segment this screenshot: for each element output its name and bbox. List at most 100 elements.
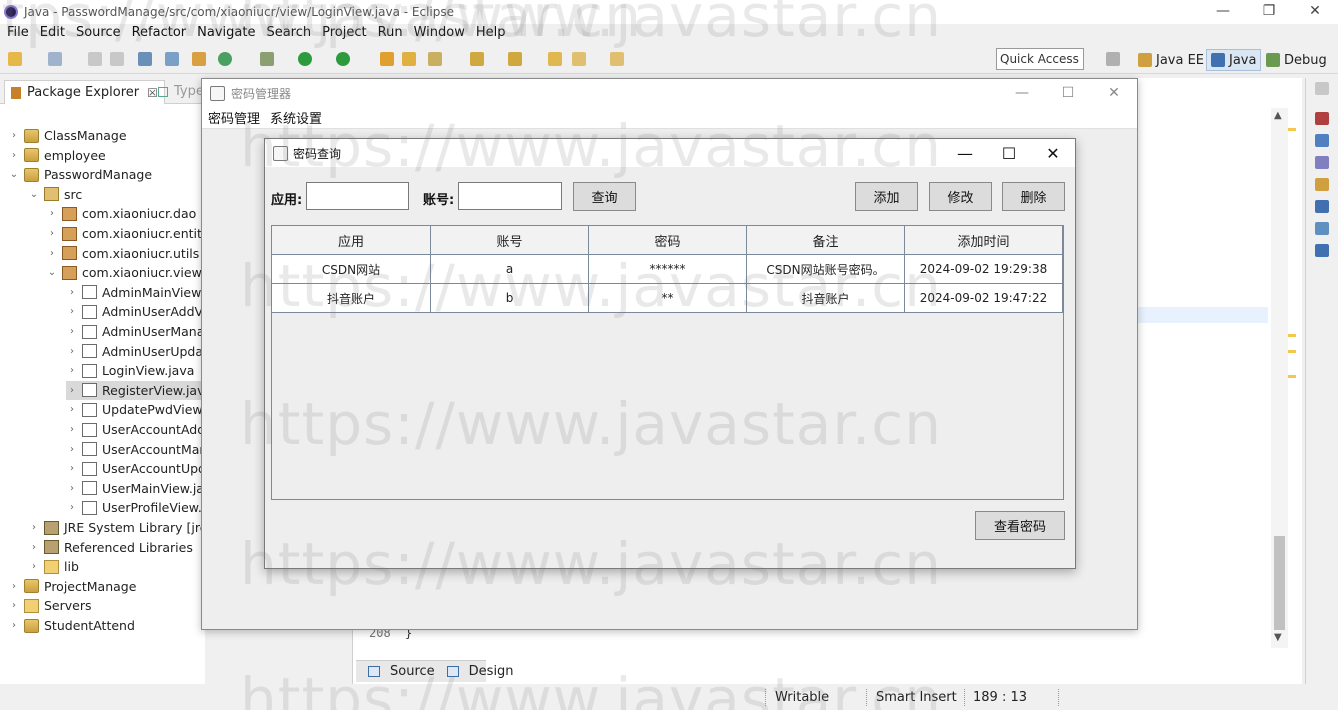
tab-type-hierarchy[interactable]: Type	[158, 84, 204, 99]
tree-item[interactable]: › com.xiaoniucr.utils	[46, 244, 199, 263]
tree-item[interactable]: › UserProfileView.ja	[66, 498, 205, 517]
expand-arrow-icon[interactable]: ›	[66, 483, 78, 494]
tab-package-explorer[interactable]: Package Explorer ☒	[4, 80, 165, 104]
menu-password-management[interactable]: 密码管理	[208, 108, 260, 127]
tree-item[interactable]: › lib	[28, 557, 79, 576]
table-cell[interactable]: a	[431, 255, 589, 283]
tree-item[interactable]: › UserAccountUpda	[66, 459, 205, 478]
column-header[interactable]: 账号	[431, 226, 589, 254]
servers-icon[interactable]	[1315, 222, 1329, 235]
add-button[interactable]: 添加	[855, 182, 918, 211]
tree-item[interactable]: › AdminUserManag	[66, 322, 205, 341]
open-perspective-icon[interactable]	[1106, 52, 1120, 66]
overview-marker[interactable]	[1288, 350, 1296, 353]
menu-source[interactable]: Source	[76, 25, 121, 40]
expand-arrow-icon[interactable]: ›	[8, 600, 20, 611]
tree-item[interactable]: › UserAccountAddV	[66, 420, 205, 439]
new-package-icon[interactable]	[428, 52, 442, 66]
expand-arrow-icon[interactable]: ›	[66, 404, 78, 415]
dialog-maximize-button[interactable]: ☐	[987, 139, 1031, 167]
expand-arrow-icon[interactable]: ›	[66, 306, 78, 317]
menu-run[interactable]: Run	[378, 25, 403, 40]
back-icon[interactable]	[572, 52, 586, 66]
menu-file[interactable]: File	[7, 25, 29, 40]
delete-button[interactable]: 删除	[1002, 182, 1065, 211]
table-cell[interactable]: CSDN网站账号密码。	[747, 255, 905, 283]
menu-refactor[interactable]: Refactor	[132, 25, 187, 40]
build-icon[interactable]	[192, 52, 206, 66]
external-tools-icon[interactable]	[336, 52, 350, 66]
forward-icon[interactable]	[610, 52, 624, 66]
expand-arrow-icon[interactable]: ›	[66, 365, 78, 376]
table-row[interactable]: 抖音账户 b ** 抖音账户 2024-09-02 19:47:22	[272, 284, 1063, 313]
expand-arrow-icon[interactable]: ›	[8, 620, 20, 631]
new-icon[interactable]	[8, 52, 22, 66]
tree-item[interactable]: › UpdatePwdView.j	[66, 400, 205, 419]
outline-icon[interactable]	[1315, 244, 1329, 257]
expand-arrow-icon[interactable]: ›	[46, 248, 58, 259]
expand-arrow-icon[interactable]: ›	[66, 326, 78, 337]
tree-item[interactable]: › com.xiaoniucr.dao	[46, 204, 196, 223]
tree-item[interactable]: › com.xiaoniucr.entity	[46, 224, 205, 243]
expand-arrow-icon[interactable]: ›	[66, 444, 78, 455]
table-cell[interactable]: ******	[589, 255, 747, 283]
tree-item[interactable]: › UserAccountMan	[66, 440, 205, 459]
open-type-icon[interactable]	[48, 52, 62, 66]
expand-arrow-icon[interactable]: ›	[8, 150, 20, 161]
account-filter-field[interactable]	[459, 183, 561, 209]
perspective-java[interactable]: Java	[1206, 49, 1262, 71]
expand-arrow-icon[interactable]: ›	[46, 208, 58, 219]
app-filter-field[interactable]	[307, 183, 408, 209]
close-tab-icon[interactable]: ☒	[147, 86, 158, 100]
tree-item[interactable]: › Referenced Libraries	[28, 538, 193, 557]
dialog-minimize-button[interactable]: —	[943, 139, 987, 167]
table-cell[interactable]: **	[589, 284, 747, 312]
table-row[interactable]: CSDN网站 a ****** CSDN网站账号密码。 2024-09-02 19:29…	[272, 255, 1063, 284]
app-maximize-button[interactable]: ☐	[1045, 79, 1091, 107]
last-edit-location-icon[interactable]	[548, 52, 562, 66]
expand-arrow-icon[interactable]: ⌄	[28, 189, 40, 200]
column-header[interactable]: 应用	[272, 226, 431, 254]
run-icon[interactable]	[298, 52, 312, 66]
skip-breakpoints-icon[interactable]	[165, 52, 179, 66]
expand-arrow-icon[interactable]: ›	[66, 385, 78, 396]
close-button[interactable]: ✕	[1292, 0, 1338, 22]
scroll-down-icon[interactable]: ▼	[1274, 632, 1282, 643]
tree-item[interactable]: ⌄ PasswordManage	[8, 165, 152, 184]
print-icon[interactable]	[138, 52, 152, 66]
perspective-debug[interactable]: Debug	[1262, 49, 1331, 71]
app-minimize-button[interactable]: —	[999, 79, 1045, 107]
editor-scrollbar[interactable]: ▲ ▼	[1271, 108, 1288, 648]
menu-edit[interactable]: Edit	[40, 25, 65, 40]
menu-project[interactable]: Project	[322, 25, 366, 40]
expand-arrow-icon[interactable]: ›	[66, 287, 78, 298]
table-cell[interactable]: 2024-09-02 19:29:38	[905, 255, 1063, 283]
expand-arrow-icon[interactable]: ›	[66, 463, 78, 474]
table-cell[interactable]: b	[431, 284, 589, 312]
save-all-icon[interactable]	[110, 52, 124, 66]
tab-source[interactable]: Source	[362, 664, 435, 679]
tree-item[interactable]: › ProjectManage	[8, 577, 136, 596]
table-cell[interactable]: 2024-09-02 19:47:22	[905, 284, 1063, 312]
refresh-icon[interactable]	[218, 52, 232, 66]
tree-item[interactable]: ⌄ com.xiaoniucr.view	[46, 263, 202, 282]
column-header[interactable]: 密码	[589, 226, 747, 254]
expand-arrow-icon[interactable]: ›	[66, 424, 78, 435]
table-cell[interactable]: 抖音账户	[747, 284, 905, 312]
app-close-button[interactable]: ✕	[1091, 79, 1137, 107]
tree-item[interactable]: › employee	[8, 146, 106, 165]
expand-arrow-icon[interactable]: ⌄	[8, 169, 20, 180]
problems-icon[interactable]	[1315, 112, 1329, 125]
debug-icon[interactable]	[260, 52, 274, 66]
menu-search[interactable]: Search	[266, 25, 311, 40]
minimize-view-icon[interactable]	[1315, 82, 1329, 95]
scrollbar-thumb[interactable]	[1274, 536, 1285, 630]
expand-arrow-icon[interactable]: ›	[8, 581, 20, 592]
expand-arrow-icon[interactable]: ›	[28, 542, 40, 553]
expand-arrow-icon[interactable]: ›	[66, 502, 78, 513]
new-java-project-icon[interactable]	[380, 52, 394, 66]
menu-window[interactable]: Window	[414, 25, 465, 40]
tree-item[interactable]: › ClassManage	[8, 126, 127, 145]
overview-marker[interactable]	[1288, 375, 1296, 378]
prev-annotation-icon[interactable]	[508, 52, 522, 66]
